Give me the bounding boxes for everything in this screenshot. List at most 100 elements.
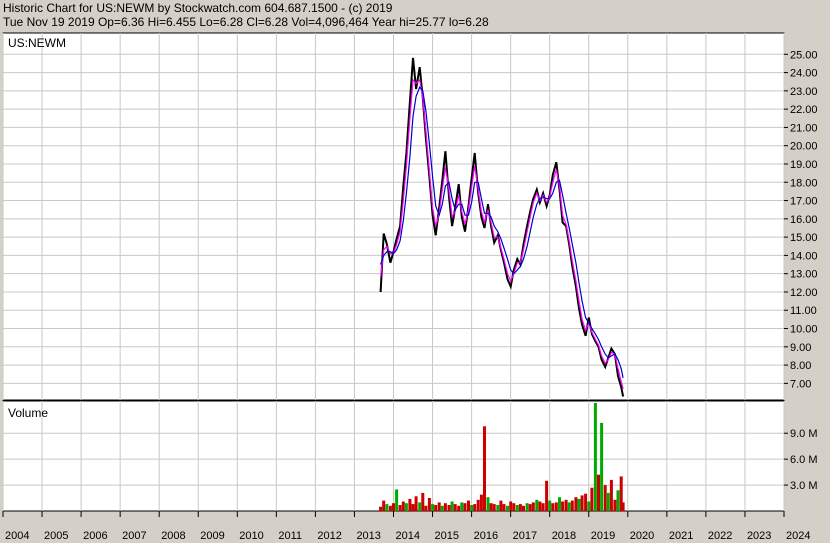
- volume-bar: [385, 504, 389, 511]
- price-tick-label: 19.00: [790, 159, 818, 171]
- volume-bar: [538, 501, 542, 511]
- volume-bar: [382, 500, 386, 511]
- volume-bar: [404, 503, 408, 511]
- volume-bar: [395, 489, 399, 511]
- volume-bar: [609, 479, 613, 511]
- volume-bar: [463, 503, 467, 511]
- volume-bar: [613, 499, 617, 511]
- price-tick-label: 17.00: [790, 196, 818, 208]
- year-label: 2022: [708, 530, 732, 542]
- volume-tick-label: 6.0 M: [790, 454, 818, 466]
- volume-bar: [606, 492, 610, 511]
- price-tick-label: 21.00: [790, 122, 818, 134]
- volume-bar: [408, 498, 412, 511]
- volume-tick-label: 3.0 M: [790, 480, 818, 492]
- volume-bar: [587, 501, 591, 511]
- volume-bar: [492, 504, 496, 511]
- volume-bar: [535, 499, 539, 511]
- year-label: 2019: [591, 530, 615, 542]
- volume-bar: [486, 497, 490, 511]
- volume-bar: [434, 505, 438, 511]
- year-label: 2010: [239, 530, 263, 542]
- year-label: 2005: [44, 530, 68, 542]
- volume-bar: [421, 492, 425, 511]
- volume-bar: [431, 504, 435, 511]
- year-axis: 2004 2005 2006 2007 2008 2009 2010 2011 2012 2013…: [2, 511, 810, 542]
- year-label: 2021: [669, 530, 693, 542]
- volume-bar: [447, 505, 451, 511]
- volume-bar: [506, 505, 509, 511]
- price-tick-label: 16.00: [790, 214, 818, 226]
- volume-bar: [489, 503, 493, 511]
- year-label: 2016: [474, 530, 498, 542]
- volume-bar: [616, 490, 620, 511]
- volume-bar: [518, 504, 522, 511]
- volume-bar: [388, 505, 392, 511]
- volume-bar: [580, 495, 584, 511]
- volume-bar: [561, 501, 565, 511]
- volume-bar: [603, 485, 607, 511]
- price-tick-label: 7.00: [790, 378, 811, 390]
- price-tick-label: 10.00: [790, 324, 818, 336]
- volume-bar: [600, 422, 604, 511]
- year-label: 2018: [552, 530, 576, 542]
- year-label: 2014: [396, 530, 420, 542]
- price-tick-label: 12.00: [790, 287, 818, 299]
- volume-bar: [473, 504, 477, 511]
- volume-bar: [593, 403, 597, 511]
- price-tick-label: 13.00: [790, 269, 818, 281]
- price-tick-label: 24.00: [790, 68, 818, 80]
- volume-bar: [531, 502, 535, 511]
- year-label: 2013: [356, 530, 380, 542]
- volume-bar: [483, 426, 486, 511]
- volume-bar: [437, 502, 441, 511]
- year-label: 2009: [200, 530, 224, 542]
- volume-bar: [577, 498, 581, 511]
- year-label: 2008: [161, 530, 185, 542]
- year-label: 2020: [630, 530, 654, 542]
- volume-bar: [597, 474, 600, 511]
- volume-bar: [509, 501, 513, 511]
- year-label: 2011: [278, 530, 302, 542]
- volume-bar: [460, 502, 464, 511]
- price-chart-title: US:NEWM: [8, 36, 66, 50]
- volume-bar: [476, 499, 480, 511]
- volume-bar: [411, 504, 415, 511]
- volume-bar: [470, 505, 474, 511]
- year-label: 2006: [83, 530, 107, 542]
- volume-bar: [379, 506, 383, 511]
- volume-bar: [392, 503, 395, 511]
- price-tick-label: 18.00: [790, 177, 818, 189]
- price-tick-label: 22.00: [790, 104, 818, 116]
- volume-bar: [453, 504, 457, 511]
- volume-bar: [479, 494, 483, 511]
- volume-bar: [467, 500, 470, 511]
- volume-chart-title: Volume: [8, 406, 48, 420]
- year-label: 2012: [317, 530, 341, 542]
- volume-bar: [522, 505, 525, 511]
- price-y-axis: 7.00 8.00 9.00 10.00 11.00 12.00 13.00 14.00 15.…: [784, 49, 818, 390]
- volume-gridlines: [2, 401, 785, 511]
- volume-bar: [590, 487, 594, 511]
- volume-bar: [512, 503, 516, 511]
- volume-bar: [525, 503, 529, 511]
- volume-bar: [443, 503, 447, 511]
- volume-bar: [424, 505, 428, 511]
- year-label: 2024: [786, 530, 810, 542]
- volume-bar: [564, 499, 568, 511]
- volume-bar: [496, 505, 500, 511]
- volume-bar: [457, 505, 461, 511]
- year-label: 2004: [5, 530, 29, 542]
- volume-bar: [554, 502, 558, 511]
- year-label: 2023: [747, 530, 771, 542]
- volume-bar: [502, 504, 506, 511]
- volume-bar: [401, 501, 405, 511]
- price-tick-label: 25.00: [790, 49, 818, 61]
- price-tick-label: 9.00: [790, 342, 811, 354]
- volume-bar: [621, 502, 625, 511]
- volume-bar: [545, 480, 549, 511]
- year-label: 2017: [513, 530, 537, 542]
- volume-bar: [418, 502, 422, 511]
- volume-bar: [450, 501, 454, 511]
- volume-y-axis: 3.0 M 6.0 M 9.0 M: [784, 428, 818, 492]
